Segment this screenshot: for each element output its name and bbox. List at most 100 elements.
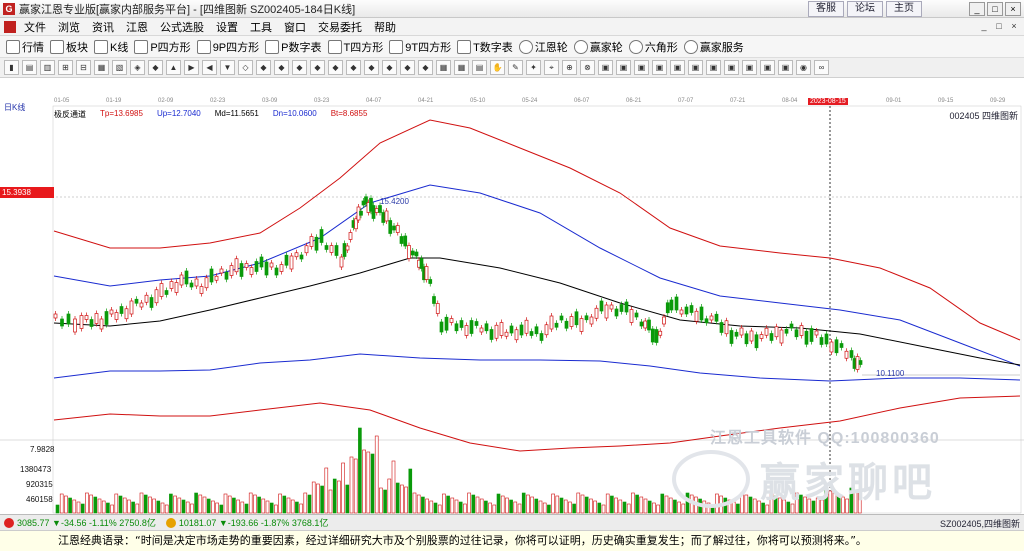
candle: [407, 245, 411, 259]
mdi-restore-button[interactable]: □: [993, 21, 1005, 31]
draw-tool-26-icon[interactable]: ▤: [472, 60, 487, 75]
candle: [604, 304, 609, 319]
draw-tool-19-icon[interactable]: ◆: [346, 60, 361, 75]
toolbar-item-10[interactable]: 赢家轮: [573, 39, 623, 55]
menu-formula-screen[interactable]: 公式选股: [154, 19, 210, 35]
app-menu-icon[interactable]: [4, 20, 16, 33]
draw-tool-24-icon[interactable]: ▦: [436, 60, 451, 75]
draw-tool-12-icon[interactable]: ▼: [220, 60, 235, 75]
toolbar-item-9[interactable]: 江恩轮: [518, 39, 568, 55]
toolbar-item-label: P数字表: [281, 41, 322, 54]
menu-help[interactable]: 帮助: [368, 19, 402, 35]
draw-tool-44-icon[interactable]: ◉: [796, 60, 811, 75]
mdi-minimize-button[interactable]: _: [978, 21, 990, 31]
menu-browse[interactable]: 浏览: [52, 19, 86, 35]
draw-tool-10-icon[interactable]: ▶: [184, 60, 199, 75]
draw-tool-34-icon[interactable]: ▣: [616, 60, 631, 75]
forum-link[interactable]: 论坛: [847, 1, 883, 17]
sz-index-value: 10181.07 ▼-193.66 -1.87% 3768.1亿: [178, 518, 329, 528]
mdi-close-button[interactable]: ×: [1008, 21, 1020, 31]
draw-tool-25-icon[interactable]: ▦: [454, 60, 469, 75]
toolbar-item-4[interactable]: 9P四方形: [196, 39, 259, 55]
draw-tool-21-icon[interactable]: ◆: [382, 60, 397, 75]
candle: [73, 318, 77, 333]
volume-bar: [521, 492, 526, 514]
draw-tool-33-icon[interactable]: ▣: [598, 60, 613, 75]
candle: [594, 307, 599, 319]
toolbar-item-8[interactable]: T数字表: [457, 39, 513, 55]
draw-tool-40-icon[interactable]: ▣: [724, 60, 739, 75]
toolbar-item-6[interactable]: T四方形: [327, 39, 383, 55]
draw-tool-16-icon[interactable]: ◆: [292, 60, 307, 75]
maximize-button[interactable]: □: [987, 2, 1003, 16]
draw-tool-31-icon[interactable]: ⊕: [562, 60, 577, 75]
date-tick: 01-19: [106, 98, 122, 104]
draw-tool-20-icon[interactable]: ◆: [364, 60, 379, 75]
draw-tool-38-icon[interactable]: ▣: [688, 60, 703, 75]
draw-tool-32-icon[interactable]: ⊗: [580, 60, 595, 75]
menu-window[interactable]: 窗口: [278, 19, 312, 35]
minimize-button[interactable]: _: [969, 2, 985, 16]
draw-tool-41-icon[interactable]: ▣: [742, 60, 757, 75]
draw-tool-0-icon[interactable]: ▮: [4, 60, 19, 75]
draw-tool-42-icon[interactable]: ▣: [760, 60, 775, 75]
candle: [60, 318, 64, 327]
draw-tool-7-icon[interactable]: ◈: [130, 60, 145, 75]
customer-service-link[interactable]: 客服: [808, 1, 844, 17]
candle: [428, 279, 433, 284]
draw-tool-11-icon[interactable]: ◀: [202, 60, 217, 75]
draw-tool-3-icon[interactable]: ⊞: [58, 60, 73, 75]
toolbar-item-2[interactable]: K线: [94, 39, 128, 55]
menu-gann[interactable]: 江恩: [120, 19, 154, 35]
draw-tool-39-icon[interactable]: ▣: [706, 60, 721, 75]
draw-tool-17-icon[interactable]: ◆: [310, 60, 325, 75]
candle: [129, 300, 134, 315]
draw-tool-29-icon[interactable]: ✦: [526, 60, 541, 75]
draw-tool-8-icon[interactable]: ◆: [148, 60, 163, 75]
draw-tool-6-icon[interactable]: ▧: [112, 60, 127, 75]
menu-tools[interactable]: 工具: [244, 19, 278, 35]
toolbar-item-1[interactable]: 板块: [50, 39, 88, 55]
draw-tool-22-icon[interactable]: ◆: [400, 60, 415, 75]
draw-tool-23-icon[interactable]: ◆: [418, 60, 433, 75]
draw-tool-18-icon[interactable]: ◆: [328, 60, 343, 75]
volume-bar: [496, 493, 501, 514]
candle: [829, 341, 834, 353]
volume-bar: [505, 497, 509, 514]
close-button[interactable]: ×: [1005, 2, 1021, 16]
band-line-md: [53, 257, 1021, 366]
draw-tool-45-icon[interactable]: ∞: [814, 60, 829, 75]
sh-index[interactable]: 3085.77 ▼-34.56 -1.11% 2750.8亿: [4, 516, 156, 529]
candle: [639, 321, 644, 327]
menu-settings[interactable]: 设置: [210, 19, 244, 35]
draw-tool-37-icon[interactable]: ▣: [670, 60, 685, 75]
homepage-link[interactable]: 主页: [886, 1, 922, 17]
candle: [729, 330, 734, 344]
volume-bar: [332, 478, 337, 514]
main-toolbar: 行情 板块 K线 P四方形 9P四方形 P数字表 T四方形 9T四方形 T数字表 江恩轮 赢家轮 六角…: [0, 36, 1024, 58]
toolbar-item-0[interactable]: 行情: [6, 39, 44, 55]
toolbar-item-12[interactable]: 赢家服务: [683, 39, 744, 55]
draw-tool-43-icon[interactable]: ▣: [778, 60, 793, 75]
menu-trade[interactable]: 交易委托: [312, 19, 368, 35]
toolbar-item-11[interactable]: 六角形: [628, 39, 678, 55]
draw-tool-35-icon[interactable]: ▣: [634, 60, 649, 75]
toolbar-item-3[interactable]: P四方形: [134, 39, 191, 55]
draw-tool-36-icon[interactable]: ▣: [652, 60, 667, 75]
draw-tool-14-icon[interactable]: ◆: [256, 60, 271, 75]
draw-tool-30-icon[interactable]: ⌖: [544, 60, 559, 75]
toolbar-item-7[interactable]: 9T四方形: [389, 39, 451, 55]
toolbar-item-5[interactable]: P数字表: [265, 39, 322, 55]
draw-tool-2-icon[interactable]: ▥: [40, 60, 55, 75]
draw-tool-15-icon[interactable]: ◆: [274, 60, 289, 75]
draw-tool-13-icon[interactable]: ◇: [238, 60, 253, 75]
menu-file[interactable]: 文件: [18, 19, 52, 35]
draw-tool-27-icon[interactable]: ✋: [490, 60, 505, 75]
draw-tool-5-icon[interactable]: ▦: [94, 60, 109, 75]
draw-tool-9-icon[interactable]: ▲: [166, 60, 181, 75]
draw-tool-28-icon[interactable]: ✎: [508, 60, 523, 75]
menu-info[interactable]: 资讯: [86, 19, 120, 35]
draw-tool-1-icon[interactable]: ▤: [22, 60, 37, 75]
draw-tool-4-icon[interactable]: ⊟: [76, 60, 91, 75]
sz-index[interactable]: 10181.07 ▼-193.66 -1.87% 3768.1亿: [165, 516, 329, 529]
